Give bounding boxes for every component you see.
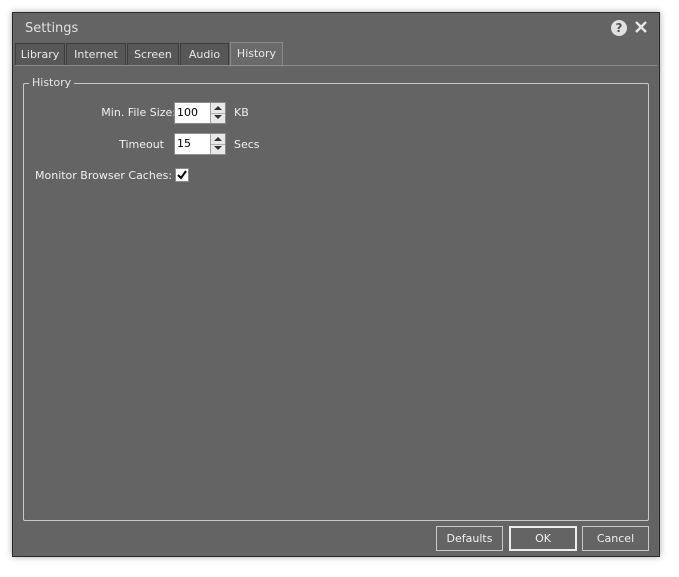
- min-file-size-label: Min. File Size:: [101, 106, 176, 119]
- tab-divider: [15, 65, 657, 66]
- window-title: Settings: [25, 21, 79, 36]
- close-icon[interactable]: [631, 17, 651, 37]
- min-file-size-input[interactable]: [175, 103, 209, 121]
- timeout-spin-buttons: [210, 134, 225, 154]
- checkmark-icon: [177, 170, 187, 180]
- timeout-label: Timeout: [119, 138, 164, 151]
- tab-library[interactable]: Library: [15, 43, 65, 66]
- settings-window: Settings ? Library Internet Screen Audio…: [12, 12, 660, 557]
- cancel-button[interactable]: Cancel: [582, 526, 649, 551]
- tab-internet[interactable]: Internet: [66, 43, 126, 66]
- tab-screen[interactable]: Screen: [127, 43, 179, 66]
- monitor-browser-caches-checkbox[interactable]: [175, 168, 189, 182]
- defaults-button[interactable]: Defaults: [436, 526, 503, 551]
- min-file-size-unit: KB: [234, 106, 249, 119]
- ok-button[interactable]: OK: [509, 526, 577, 551]
- spin-down-icon[interactable]: [211, 144, 225, 154]
- timeout-stepper[interactable]: [174, 133, 226, 155]
- timeout-input[interactable]: [175, 134, 209, 152]
- tab-audio[interactable]: Audio: [180, 43, 229, 66]
- min-file-size-stepper[interactable]: [174, 102, 226, 124]
- title-bar: Settings ?: [13, 13, 659, 43]
- min-file-size-spin-buttons: [210, 103, 225, 123]
- tab-history[interactable]: History: [230, 42, 283, 67]
- history-group: History Min. File Size: KB Timeout Secs …: [23, 76, 649, 521]
- group-title: History: [29, 76, 75, 89]
- monitor-browser-caches-label: Monitor Browser Caches:: [35, 169, 173, 182]
- help-icon[interactable]: ?: [611, 20, 627, 36]
- spin-down-icon[interactable]: [211, 113, 225, 123]
- timeout-unit: Secs: [234, 138, 260, 151]
